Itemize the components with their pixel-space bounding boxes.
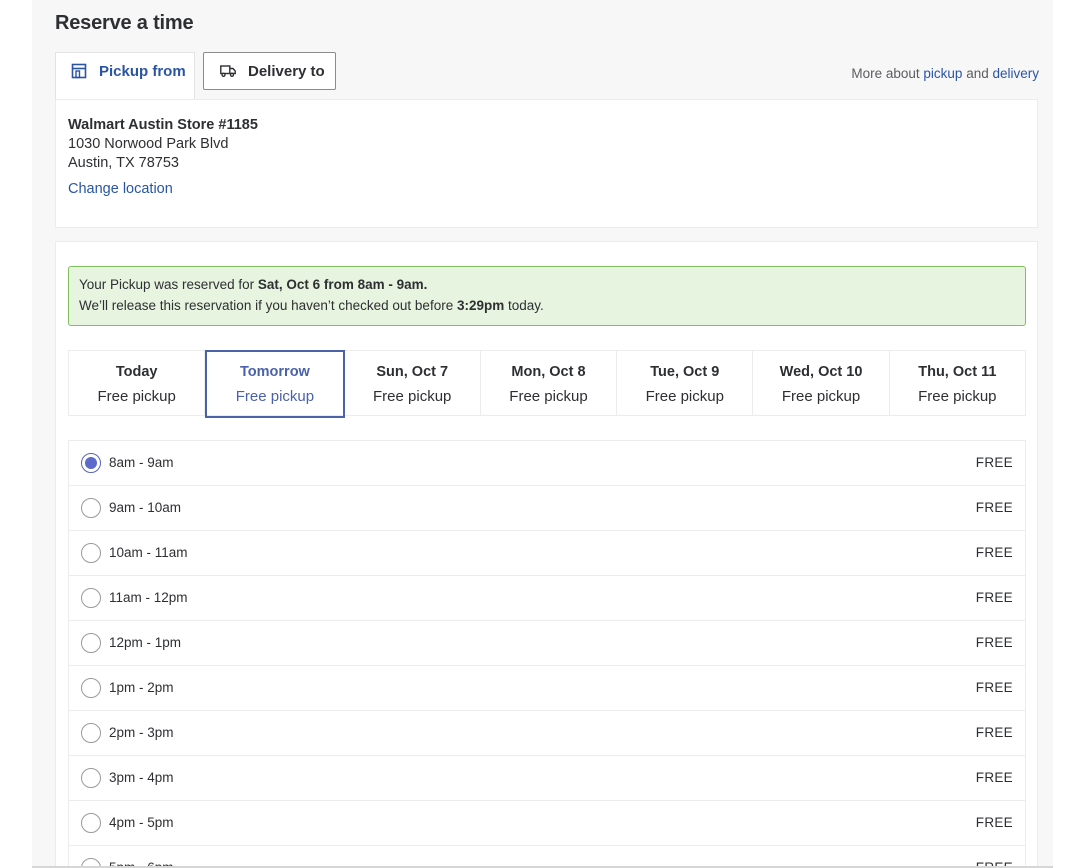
timeslot-price: FREE bbox=[975, 725, 1013, 740]
timeslot-price: FREE bbox=[975, 500, 1013, 515]
timeslot-label: 12pm - 1pm bbox=[109, 635, 182, 650]
timeslot-row[interactable]: 2pm - 3pm FREE bbox=[69, 711, 1025, 756]
store-icon bbox=[71, 63, 87, 79]
timeslot-label: 11am - 12pm bbox=[109, 590, 188, 605]
day-selector: Today Free pickup Tomorrow Free pickup Sun, … bbox=[68, 350, 1026, 418]
day-name: Thu, Oct 11 bbox=[918, 364, 997, 380]
timeslot-price: FREE bbox=[975, 680, 1013, 695]
timeslot-label: 8am - 9am bbox=[109, 455, 174, 470]
pickup-link[interactable]: pickup bbox=[923, 66, 962, 81]
day-pickup-label: Free pickup bbox=[781, 388, 861, 405]
tab-delivery-label: Delivery to bbox=[248, 62, 325, 80]
tab-pickup-label: Pickup from bbox=[99, 63, 186, 80]
timeslot-price: FREE bbox=[975, 815, 1013, 830]
reservation-alert: Your Pickup was reserved for Sat, Oct 6 … bbox=[68, 266, 1026, 326]
timeslot-card: Your Pickup was reserved for Sat, Oct 6 … bbox=[55, 241, 1038, 868]
change-location-link[interactable]: Change location bbox=[68, 181, 173, 197]
timeslot-radio[interactable] bbox=[81, 543, 101, 563]
alert-line1: Your Pickup was reserved for Sat, Oct 6 … bbox=[79, 277, 427, 292]
day-tab[interactable]: Tue, Oct 9 Free pickup bbox=[617, 351, 754, 415]
timeslot-price: FREE bbox=[975, 590, 1013, 605]
timeslot-label: 9am - 10am bbox=[109, 500, 182, 515]
day-pickup-label: Free pickup bbox=[373, 388, 452, 405]
store-name: Walmart Austin Store #1185 bbox=[68, 117, 258, 133]
day-name: Wed, Oct 10 bbox=[779, 364, 863, 380]
timeslot-row[interactable]: 4pm - 5pm FREE bbox=[69, 801, 1025, 846]
day-tab[interactable]: Mon, Oct 8 Free pickup bbox=[481, 351, 618, 415]
delivery-link[interactable]: delivery bbox=[992, 66, 1039, 81]
timeslot-radio[interactable] bbox=[81, 498, 101, 518]
day-tab[interactable]: Wed, Oct 10 Free pickup bbox=[753, 351, 890, 415]
day-name: Sun, Oct 7 bbox=[376, 364, 449, 380]
timeslot-label: 3pm - 4pm bbox=[109, 770, 174, 785]
alert-line2: We’ll release this reservation if you ha… bbox=[79, 298, 544, 313]
day-pickup-label: Free pickup bbox=[918, 388, 997, 405]
timeslot-row[interactable]: 5pm - 6pm FREE bbox=[69, 846, 1025, 868]
timeslot-radio[interactable] bbox=[81, 678, 101, 698]
timeslot-radio[interactable] bbox=[81, 723, 101, 743]
more-about-prefix: More about bbox=[851, 66, 924, 81]
timeslot-row[interactable]: 12pm - 1pm FREE bbox=[69, 621, 1025, 666]
tab-delivery[interactable]: Delivery to bbox=[203, 52, 336, 90]
alert-line2-text: We’ll release this reservation if you ha… bbox=[79, 298, 457, 313]
day-name: Today bbox=[115, 364, 158, 380]
timeslot-radio[interactable] bbox=[81, 813, 101, 833]
timeslot-row[interactable]: 8am - 9am FREE bbox=[69, 441, 1025, 486]
page-title: Reserve a time bbox=[55, 12, 194, 34]
store-address-line1: 1030 Norwood Park Blvd bbox=[68, 136, 229, 152]
timeslot-price: FREE bbox=[975, 545, 1013, 560]
day-tab[interactable]: Tomorrow Free pickup bbox=[205, 350, 345, 418]
timeslot-radio[interactable] bbox=[81, 453, 101, 473]
day-tab[interactable]: Thu, Oct 11 Free pickup bbox=[890, 351, 1025, 415]
timeslot-label: 10am - 11am bbox=[109, 545, 188, 560]
alert-line1-text: Your Pickup was reserved for bbox=[79, 277, 258, 292]
more-about-links: More about pickup and delivery bbox=[851, 66, 1039, 81]
day-tab[interactable]: Sun, Oct 7 Free pickup bbox=[345, 351, 481, 415]
truck-icon bbox=[220, 65, 236, 77]
timeslot-radio[interactable] bbox=[81, 588, 101, 608]
timeslot-row[interactable]: 3pm - 4pm FREE bbox=[69, 756, 1025, 801]
tab-pickup[interactable]: Pickup from bbox=[55, 52, 195, 100]
timeslot-price: FREE bbox=[975, 770, 1013, 785]
timeslot-row[interactable]: 1pm - 2pm FREE bbox=[69, 666, 1025, 711]
store-card: Walmart Austin Store #1185 1030 Norwood … bbox=[55, 99, 1038, 228]
more-about-and: and bbox=[962, 66, 993, 81]
alert-line2-suffix: today. bbox=[504, 298, 544, 313]
timeslot-price: FREE bbox=[975, 635, 1013, 650]
day-name: Tue, Oct 9 bbox=[650, 364, 720, 380]
timeslot-label: 4pm - 5pm bbox=[109, 815, 174, 830]
day-pickup-label: Free pickup bbox=[235, 388, 315, 405]
reserve-time-panel: Reserve a time Pickup from Delivery to M… bbox=[32, 0, 1053, 868]
timeslot-list: 8am - 9am FREE 9am - 10am FREE 10am - 11am FR… bbox=[68, 440, 1026, 868]
day-pickup-label: Free pickup bbox=[645, 388, 724, 405]
timeslot-radio[interactable] bbox=[81, 633, 101, 653]
day-pickup-label: Free pickup bbox=[509, 388, 588, 405]
timeslot-row[interactable]: 10am - 11am FREE bbox=[69, 531, 1025, 576]
day-name: Tomorrow bbox=[240, 364, 310, 380]
store-address-line2: Austin, TX 78753 bbox=[68, 155, 179, 171]
alert-reserved-time: Sat, Oct 6 from 8am - 9am. bbox=[257, 277, 428, 292]
timeslot-radio[interactable] bbox=[81, 768, 101, 788]
day-name: Mon, Oct 8 bbox=[511, 364, 586, 380]
day-pickup-label: Free pickup bbox=[97, 388, 176, 405]
timeslot-row[interactable]: 9am - 10am FREE bbox=[69, 486, 1025, 531]
alert-deadline: 3:29pm bbox=[456, 298, 505, 313]
timeslot-row[interactable]: 11am - 12pm FREE bbox=[69, 576, 1025, 621]
timeslot-price: FREE bbox=[975, 455, 1013, 470]
day-tab[interactable]: Today Free pickup bbox=[69, 351, 206, 415]
timeslot-label: 2pm - 3pm bbox=[109, 725, 174, 740]
timeslot-label: 1pm - 2pm bbox=[109, 680, 174, 695]
